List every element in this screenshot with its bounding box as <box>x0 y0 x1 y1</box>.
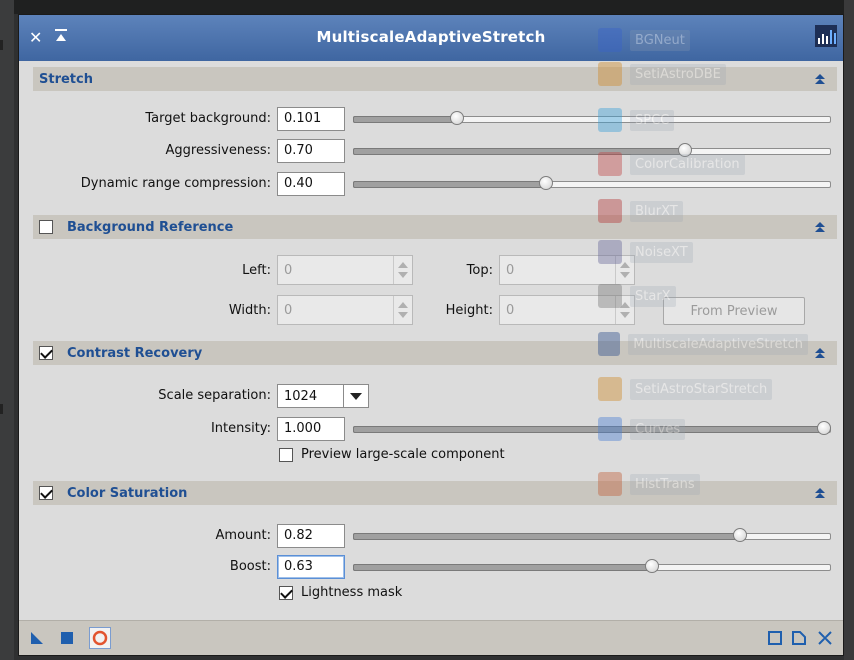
collapse-icon[interactable] <box>813 72 827 86</box>
height-spinbox[interactable]: 0 <box>499 295 635 325</box>
workspace-top-strip <box>0 0 854 14</box>
from-preview-button[interactable]: From Preview <box>663 297 805 325</box>
real-time-preview-icon[interactable] <box>89 627 111 649</box>
scale-separation-label: Scale separation: <box>158 388 271 403</box>
scale-separation-value: 1024 <box>284 389 318 404</box>
intensity-slider[interactable] <box>353 417 831 441</box>
dynamic-range-label: Dynamic range compression: <box>80 176 271 191</box>
left-spinbox[interactable]: 0 <box>277 255 413 285</box>
spin-arrows[interactable] <box>393 256 412 284</box>
top-value: 0 <box>506 263 515 278</box>
lightness-mask-row[interactable]: Lightness mask <box>279 585 402 600</box>
preview-large-scale-checkbox[interactable] <box>279 447 293 462</box>
slider-fill <box>353 426 826 433</box>
collapse-icon[interactable] <box>813 346 827 360</box>
collapse-icon[interactable] <box>813 220 827 234</box>
width-label: Width: <box>228 303 271 318</box>
reset-icon[interactable] <box>817 630 833 646</box>
boost-input[interactable]: 0.63 <box>277 555 345 579</box>
left-value: 0 <box>284 263 293 278</box>
amount-input[interactable]: 0.82 <box>277 524 345 548</box>
lightness-mask-label: Lightness mask <box>301 585 403 600</box>
edit-instance-icon[interactable] <box>791 630 807 646</box>
window-title: MultiscaleAdaptiveStretch <box>316 28 546 46</box>
dynamic-range-slider[interactable] <box>353 172 831 196</box>
target-background-label: Target background: <box>145 111 271 126</box>
aggressiveness-input[interactable]: 0.70 <box>277 139 345 163</box>
target-background-input[interactable]: 0.101 <box>277 107 345 131</box>
top-spinbox[interactable]: 0 <box>499 255 635 285</box>
top-label: Top: <box>466 263 493 278</box>
section-background-reference[interactable]: Background Reference <box>33 215 837 239</box>
chevron-down-icon[interactable] <box>343 385 368 407</box>
height-value: 0 <box>506 303 515 318</box>
slider-handle[interactable] <box>450 111 464 125</box>
amount-label: Amount: <box>215 528 271 543</box>
boost-label: Boost: <box>229 559 271 574</box>
section-color-saturation[interactable]: Color Saturation <box>33 481 837 505</box>
section-title: Stretch <box>39 71 93 87</box>
slider-handle[interactable] <box>733 528 747 542</box>
spin-arrows[interactable] <box>615 296 634 324</box>
process-window: ✕ MultiscaleAdaptiveStretch Stretch Targ… <box>18 14 844 656</box>
slider-handle[interactable] <box>817 421 831 435</box>
aggressiveness-slider[interactable] <box>353 139 831 163</box>
section-title: Color Saturation <box>67 485 188 501</box>
width-value: 0 <box>284 303 293 318</box>
intensity-label: Intensity: <box>210 421 271 436</box>
boost-slider[interactable] <box>353 555 831 579</box>
spin-arrows[interactable] <box>615 256 634 284</box>
section-contrast-recovery[interactable]: Contrast Recovery <box>33 341 837 365</box>
section-title: Background Reference <box>67 219 234 235</box>
process-icon[interactable] <box>815 25 837 51</box>
height-label: Height: <box>445 303 493 318</box>
target-background-slider[interactable] <box>353 107 831 131</box>
contrast-recovery-checkbox[interactable] <box>39 346 53 360</box>
workspace-right-strip <box>844 0 854 660</box>
slider-handle[interactable] <box>678 143 692 157</box>
background-reference-checkbox[interactable] <box>39 220 53 234</box>
scale-separation-select[interactable]: 1024 <box>277 384 369 408</box>
slider-fill <box>353 181 548 188</box>
slider-handle[interactable] <box>645 559 659 573</box>
left-label: Left: <box>242 263 271 278</box>
bottom-toolbar <box>19 620 843 655</box>
apply-global-icon[interactable] <box>59 630 75 646</box>
slider-handle[interactable] <box>539 176 553 190</box>
dynamic-range-input[interactable]: 0.40 <box>277 172 345 196</box>
title-bar[interactable]: ✕ MultiscaleAdaptiveStretch <box>19 15 843 61</box>
workspace-mark <box>0 404 3 414</box>
color-saturation-checkbox[interactable] <box>39 486 53 500</box>
slider-fill <box>353 533 742 540</box>
workspace-left-strip <box>0 0 14 660</box>
new-instance-icon[interactable] <box>29 630 45 646</box>
aggressiveness-label: Aggressiveness: <box>165 143 271 158</box>
intensity-input[interactable]: 1.000 <box>277 417 345 441</box>
section-stretch[interactable]: Stretch <box>33 67 837 91</box>
workspace-mark <box>0 40 3 50</box>
amount-slider[interactable] <box>353 524 831 548</box>
preview-large-scale-row[interactable]: Preview large-scale component <box>279 447 505 462</box>
slider-fill <box>353 116 459 123</box>
lightness-mask-checkbox[interactable] <box>279 585 293 600</box>
preview-large-scale-label: Preview large-scale component <box>301 447 505 462</box>
browse-documentation-icon[interactable] <box>767 630 783 646</box>
slider-fill <box>353 564 654 571</box>
collapse-icon[interactable] <box>813 486 827 500</box>
spin-arrows[interactable] <box>393 296 412 324</box>
section-title: Contrast Recovery <box>67 345 203 361</box>
slider-fill <box>353 148 687 155</box>
width-spinbox[interactable]: 0 <box>277 295 413 325</box>
